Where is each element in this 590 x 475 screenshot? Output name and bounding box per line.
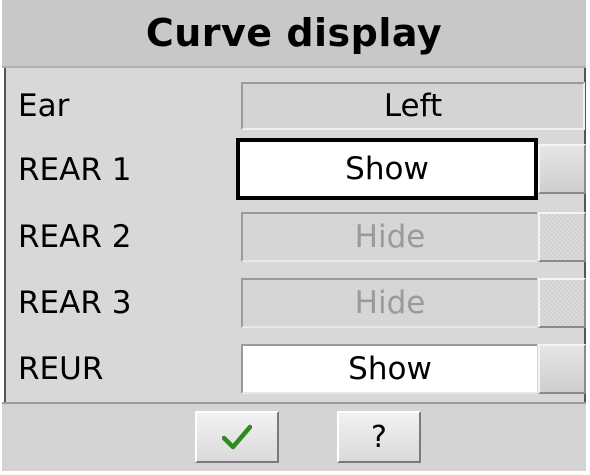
reur-select[interactable]: Show [241, 344, 537, 394]
rear2-select: Hide [241, 212, 537, 262]
dialog-title-bar: Curve display [2, 0, 586, 68]
dialog-title: Curve display [145, 11, 443, 55]
ok-button[interactable] [195, 411, 279, 463]
ear-label: Ear [18, 88, 70, 124]
rear2-dropdown-button [538, 212, 586, 262]
help-button[interactable]: ? [337, 411, 421, 463]
checkmark-icon [222, 424, 252, 450]
rear1-select[interactable]: Show [236, 138, 538, 200]
rear3-dropdown-button [538, 278, 586, 328]
rear3-label: REAR 3 [18, 285, 132, 321]
rear1-label: REAR 1 [18, 152, 132, 188]
rear2-label: REAR 2 [18, 219, 132, 255]
rear1-dropdown-button[interactable] [538, 144, 586, 194]
reur-dropdown-button[interactable] [538, 344, 586, 394]
dialog-footer [2, 402, 586, 471]
reur-label: REUR [18, 351, 104, 387]
rear3-select: Hide [241, 278, 537, 328]
ear-value: Left [241, 82, 585, 130]
